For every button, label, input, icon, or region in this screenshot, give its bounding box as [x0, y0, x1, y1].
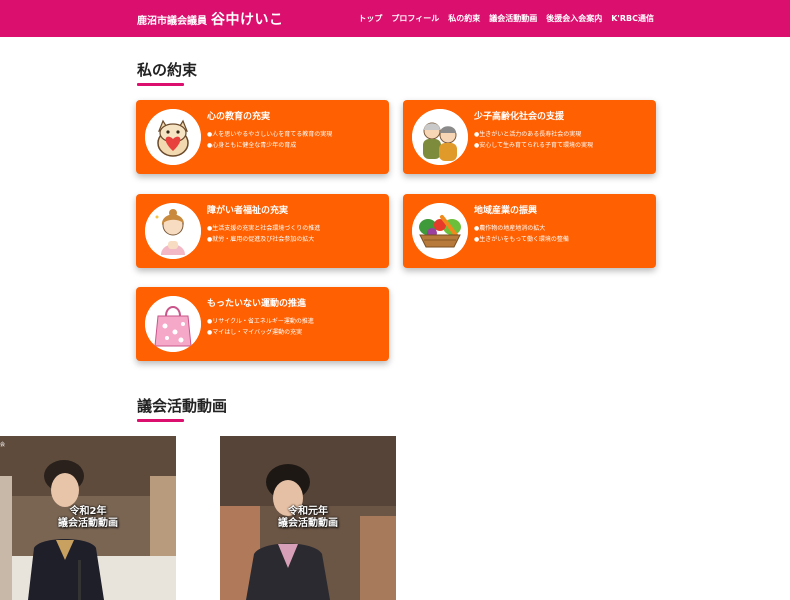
video-caption: 令和2年 議会活動動画 — [0, 506, 176, 530]
card-item: ●就労・雇用の促進及び社会参加の拡大 — [207, 236, 315, 243]
card-item: ●人を思いやるやさしい心を育てる教育の実現 — [207, 131, 333, 138]
video-thumbnail-reiwa1[interactable]: 令和元年 議会活動動画 — [220, 436, 396, 600]
video-caption: 令和元年 議会活動動画 — [220, 506, 396, 530]
elderly-couple-icon — [412, 109, 468, 165]
owl-heart-icon — [145, 109, 201, 165]
shopping-bag-icon — [145, 296, 201, 352]
brand-name: 谷中けいこ — [211, 12, 284, 28]
video-caption-line1: 令和元年 — [288, 506, 328, 517]
brand-subtitle: 鹿沼市議会議員 — [137, 16, 207, 27]
promise-card-aging-society: 少子高齢化社会の支援 ●生きがいと活力のある長寿社会の実現 ●安心して生み育てら… — [403, 100, 656, 174]
nav-newsletter[interactable]: K'RBC通信 — [611, 13, 654, 24]
promise-card-local-industry: 地域産業の振興 ●農作物の地産地消の拡大 ●生きがいをもって働く環境の整備 — [403, 194, 656, 268]
card-title: もったいない運動の推進 — [207, 299, 307, 309]
main-nav: トップ プロフィール 私の約束 議会活動動画 後援会入会案内 K'RBC通信 — [358, 13, 654, 24]
promises-title-underline — [137, 83, 184, 86]
card-title: 地域産業の振興 — [474, 206, 538, 216]
card-item: ●心身ともに健全な青少年の育成 — [207, 142, 297, 149]
site-header: 鹿沼市議会議員 谷中けいこ トップ プロフィール 私の約束 議会活動動画 後援会入… — [0, 0, 790, 37]
card-item: ●安心して生み育てられる子育て環境の実現 — [474, 142, 594, 149]
vegetable-basket-icon — [412, 203, 468, 259]
card-item: ●生活支援の充実と社会環境づくりの推進 — [207, 225, 321, 232]
video-caption-line2: 議会活動動画 — [58, 518, 118, 529]
card-title: 障がい者福祉の充実 — [207, 206, 289, 216]
nav-videos[interactable]: 議会活動動画 — [489, 13, 537, 24]
promises-title: 私の約束 — [137, 61, 198, 79]
card-title: 心の教育の充実 — [207, 112, 271, 122]
video-thumbnail-reiwa2[interactable]: 会 令和2年 議会活動動画 — [0, 436, 176, 600]
nav-promises[interactable]: 私の約束 — [448, 13, 480, 24]
nav-supporters[interactable]: 後援会入会案内 — [546, 13, 602, 24]
video-corner-text: 会 — [0, 442, 6, 448]
videos-title-underline — [137, 419, 184, 422]
promise-card-mottainai: もったいない運動の推進 ●リサイクル・省エネルギー運動の推進 ●マイはし・マイバ… — [136, 287, 389, 361]
video-caption-line2: 議会活動動画 — [278, 518, 338, 529]
card-item: ●生きがいと活力のある長寿社会の実現 — [474, 131, 582, 138]
card-item: ●マイはし・マイバッグ運動の充実 — [207, 329, 303, 336]
caregiver-icon — [145, 203, 201, 259]
card-item: ●生きがいをもって働く環境の整備 — [474, 236, 569, 243]
card-title: 少子高齢化社会の支援 — [474, 112, 565, 122]
site-logo[interactable]: 鹿沼市議会議員 谷中けいこ — [137, 9, 284, 29]
nav-profile[interactable]: プロフィール — [391, 13, 439, 24]
card-item: ●リサイクル・省エネルギー運動の推進 — [207, 318, 314, 325]
nav-top[interactable]: トップ — [358, 13, 382, 24]
videos-title: 議会活動動画 — [137, 397, 228, 415]
video-caption-line1: 令和2年 — [69, 506, 107, 517]
promise-card-disability-welfare: 障がい者福祉の充実 ●生活支援の充実と社会環境づくりの推進 ●就労・雇用の促進及… — [136, 194, 389, 268]
card-item: ●農作物の地産地消の拡大 — [474, 225, 546, 232]
promise-card-education: 心の教育の充実 ●人を思いやるやさしい心を育てる教育の実現 ●心身ともに健全な青… — [136, 100, 389, 174]
